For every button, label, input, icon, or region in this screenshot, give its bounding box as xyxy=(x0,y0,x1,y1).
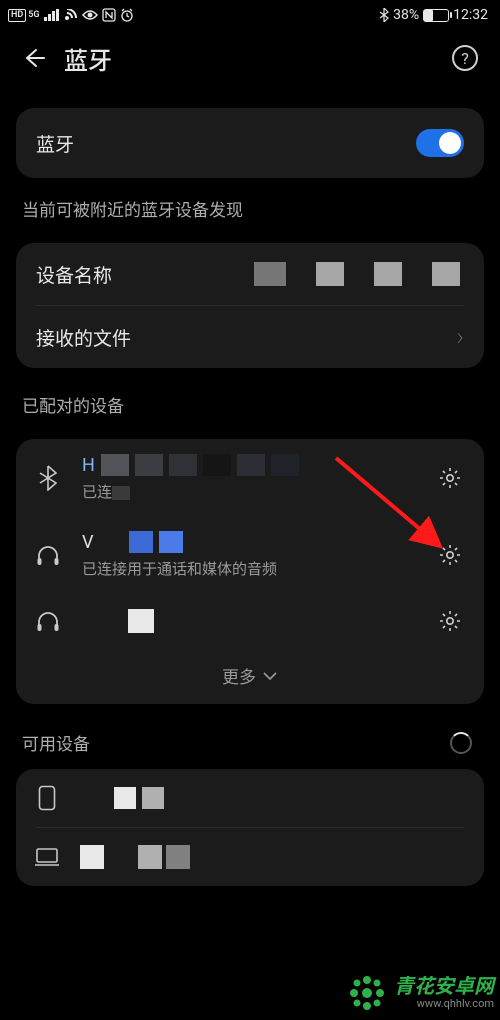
device-status: 已连接用于通话和媒体的音频 xyxy=(82,558,418,579)
alarm-icon xyxy=(120,8,134,22)
battery-icon xyxy=(423,9,449,22)
watermark: 青花安卓网 www.qhhlv.com xyxy=(346,972,494,1014)
chevron-right-icon: › xyxy=(456,322,464,352)
watermark-url: www.qhhlv.com xyxy=(417,998,494,1011)
received-files-label: 接收的文件 xyxy=(36,324,131,351)
laptop-icon xyxy=(34,847,60,867)
bluetooth-switch[interactable] xyxy=(416,129,464,157)
bluetooth-toggle-card: 蓝牙 xyxy=(16,108,484,178)
paired-devices-card: H 已连 xyxy=(16,439,484,704)
network-5g-icon: 5G xyxy=(28,10,39,20)
phone-icon xyxy=(34,785,60,811)
signal-icon xyxy=(44,9,60,21)
available-device-row[interactable] xyxy=(16,769,484,827)
hd-icon: HD xyxy=(8,9,26,22)
device-name-censored xyxy=(80,786,464,810)
watermark-brand: 青花安卓网 xyxy=(394,975,494,998)
device-status: 已连 xyxy=(82,481,418,502)
headphones-icon xyxy=(32,543,64,567)
more-label: 更多 xyxy=(222,663,256,688)
nfc-icon xyxy=(102,8,116,22)
device-settings-button[interactable] xyxy=(436,464,464,492)
page-title: 蓝牙 xyxy=(64,41,452,76)
status-bar: HD 5G 38% xyxy=(0,0,500,30)
back-arrow-icon[interactable] xyxy=(22,46,46,70)
status-right: 38% 12:32 xyxy=(379,7,488,23)
paired-device-row[interactable] xyxy=(16,593,484,649)
help-icon[interactable]: ? xyxy=(452,45,478,71)
available-devices-card xyxy=(16,769,484,886)
battery-percent: 38% xyxy=(393,7,419,23)
bluetooth-icon xyxy=(32,465,64,491)
paired-device-row[interactable]: V 已连接用于通话和媒体的音频 xyxy=(16,516,484,593)
bluetooth-toggle-row[interactable]: 蓝牙 xyxy=(16,108,484,178)
paired-devices-header: 已配对的设备 xyxy=(16,368,484,417)
app-bar: 蓝牙 ? xyxy=(0,30,500,86)
gear-icon xyxy=(438,543,462,567)
device-name-censored xyxy=(80,845,464,869)
discoverable-note: 当前可被附近的蓝牙设备发现 xyxy=(16,178,484,221)
eye-icon xyxy=(82,9,98,21)
received-files-row[interactable]: 接收的文件 › xyxy=(16,306,484,368)
gear-icon xyxy=(438,466,462,490)
device-info-card: 设备名称 接收的文件 › xyxy=(16,243,484,368)
device-settings-button[interactable] xyxy=(436,607,464,635)
device-name-value xyxy=(112,262,464,286)
device-settings-button[interactable] xyxy=(436,541,464,569)
bluetooth-status-icon xyxy=(379,8,389,22)
available-device-row[interactable] xyxy=(16,828,484,886)
device-name-censored: H xyxy=(82,453,418,477)
chevron-down-icon xyxy=(262,671,278,681)
show-more-row[interactable]: 更多 xyxy=(16,649,484,704)
device-name-label: 设备名称 xyxy=(36,261,112,288)
spinner-icon xyxy=(450,732,472,754)
headphones-icon xyxy=(32,609,64,633)
status-left: HD 5G xyxy=(8,8,134,22)
paired-device-row[interactable]: H 已连 xyxy=(16,439,484,516)
status-time: 12:32 xyxy=(453,7,488,23)
bluetooth-toggle-label: 蓝牙 xyxy=(36,130,74,157)
available-devices-header: 可用设备 xyxy=(22,730,90,755)
gear-icon xyxy=(438,609,462,633)
wifi-signal-icon xyxy=(64,9,78,21)
watermark-logo-icon xyxy=(346,972,388,1014)
device-name-censored xyxy=(82,609,418,633)
device-name-censored: V xyxy=(82,530,418,554)
device-name-row[interactable]: 设备名称 xyxy=(16,243,484,305)
